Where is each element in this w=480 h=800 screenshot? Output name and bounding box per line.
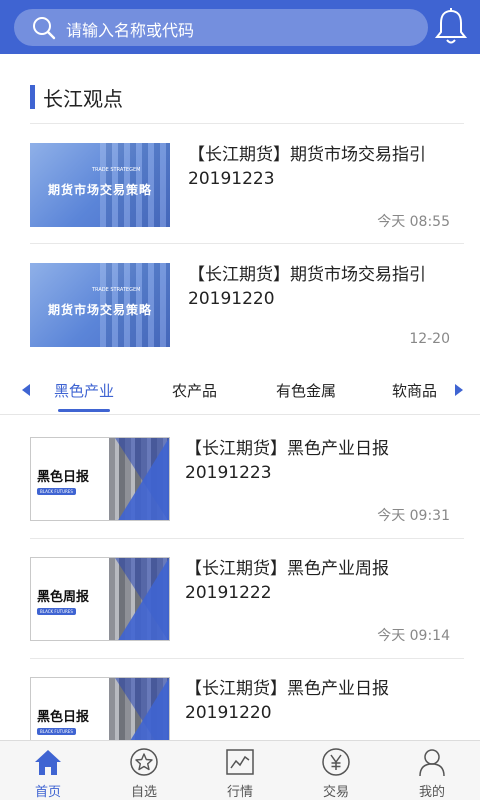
- search-placeholder: 请输入名称或代码: [66, 21, 195, 40]
- thumbnail-subtitle: TRADE STRATEGEM: [92, 287, 141, 293]
- thumbnail-shape: [117, 438, 169, 520]
- article-title: 【长江期货】期货市场交易指引20191223: [188, 145, 426, 189]
- thumbnail-subtitle: BLACK FUTURES: [37, 608, 76, 615]
- report-time: 今天 09:14: [377, 628, 450, 644]
- home-icon: [35, 750, 61, 775]
- report-row[interactable]: 黑色周报 BLACK FUTURES 【长江期货】黑色产业周报20191222 …: [0, 557, 480, 657]
- tab-agriculture[interactable]: 农产品: [172, 380, 217, 401]
- nav-market-label: 行情: [226, 785, 253, 800]
- yen-icon: [322, 748, 350, 776]
- chart-icon: [226, 749, 254, 775]
- divider: [30, 658, 464, 659]
- report-title: 【长江期货】黑色产业日报20191223: [185, 439, 389, 483]
- thumbnail-subtitle: BLACK FUTURES: [37, 728, 76, 735]
- thumbnail-label: 期货市场交易策略: [47, 303, 152, 317]
- thumbnail-shape: [117, 558, 169, 640]
- thumbnail-subtitle: TRADE STRATEGEM: [92, 167, 141, 173]
- nav-trade[interactable]: 交易: [288, 741, 384, 800]
- report-title: 【长江期货】黑色产业日报20191220: [185, 679, 389, 723]
- bell-icon[interactable]: [434, 8, 468, 46]
- category-tabs: 黑色产业 农产品 有色金属 软商品: [0, 372, 480, 414]
- article-row[interactable]: TRADE STRATEGEM 期货市场交易策略 【长江期货】期货市场交易指引2…: [0, 143, 480, 243]
- article-thumbnail: TRADE STRATEGEM 期货市场交易策略: [30, 263, 170, 347]
- thumbnail-label: 期货市场交易策略: [47, 183, 152, 197]
- article-title: 【长江期货】期货市场交易指引20191220: [188, 265, 426, 309]
- thumbnail-shape: [117, 678, 169, 740]
- nav-market[interactable]: 行情: [192, 741, 288, 800]
- bottom-nav: 首页 自选 行情 交易 我的: [0, 740, 480, 800]
- tab-nonferrous[interactable]: 有色金属: [276, 380, 336, 401]
- user-icon: [419, 749, 445, 777]
- divider: [30, 538, 464, 539]
- tab-black-industry[interactable]: 黑色产业: [54, 380, 114, 401]
- article-row[interactable]: TRADE STRATEGEM 期货市场交易策略 【长江期货】期货市场交易指引2…: [0, 263, 480, 363]
- report-time: 今天 09:31: [377, 508, 450, 524]
- tab-scroll-left-icon[interactable]: [22, 384, 30, 396]
- thumbnail-label: 黑色周报: [37, 590, 90, 605]
- nav-watchlist-label: 自选: [130, 785, 157, 800]
- report-thumbnail: 黑色日报 BLACK FUTURES: [30, 677, 170, 740]
- article-time: 今天 08:55: [377, 214, 450, 230]
- nav-home[interactable]: 首页: [0, 741, 96, 800]
- search-icon: [33, 17, 56, 40]
- thumbnail-subtitle: BLACK FUTURES: [37, 488, 76, 495]
- nav-profile[interactable]: 我的: [384, 741, 480, 800]
- search-input[interactable]: 请输入名称或代码: [14, 9, 428, 46]
- tab-soft-commodities[interactable]: 软商品: [392, 380, 437, 401]
- active-tab-indicator: [58, 409, 110, 412]
- nav-profile-label: 我的: [418, 785, 445, 800]
- article-thumbnail: TRADE STRATEGEM 期货市场交易策略: [30, 143, 170, 227]
- report-row[interactable]: 黑色日报 BLACK FUTURES 【长江期货】黑色产业日报20191220: [0, 677, 480, 740]
- report-thumbnail: 黑色日报 BLACK FUTURES: [30, 437, 170, 521]
- tab-scroll-right-icon[interactable]: [455, 384, 463, 396]
- divider: [30, 123, 464, 124]
- section-title: 长江观点: [30, 84, 123, 111]
- section-title-text: 长江观点: [43, 86, 123, 111]
- nav-trade-label: 交易: [322, 785, 349, 800]
- nav-watchlist[interactable]: 自选: [96, 741, 192, 800]
- star-icon: [130, 748, 158, 776]
- report-thumbnail: 黑色周报 BLACK FUTURES: [30, 557, 170, 641]
- report-title: 【长江期货】黑色产业周报20191222: [185, 559, 389, 603]
- title-accent-bar: [30, 85, 35, 109]
- nav-home-label: 首页: [34, 785, 61, 800]
- report-row[interactable]: 黑色日报 BLACK FUTURES 【长江期货】黑色产业日报20191223 …: [0, 437, 480, 537]
- divider: [0, 414, 480, 415]
- thumbnail-label: 黑色日报: [37, 710, 90, 725]
- thumbnail-label: 黑色日报: [37, 470, 90, 485]
- divider: [30, 243, 464, 244]
- article-time: 12-20: [409, 331, 450, 347]
- top-bar: 请输入名称或代码: [0, 0, 480, 54]
